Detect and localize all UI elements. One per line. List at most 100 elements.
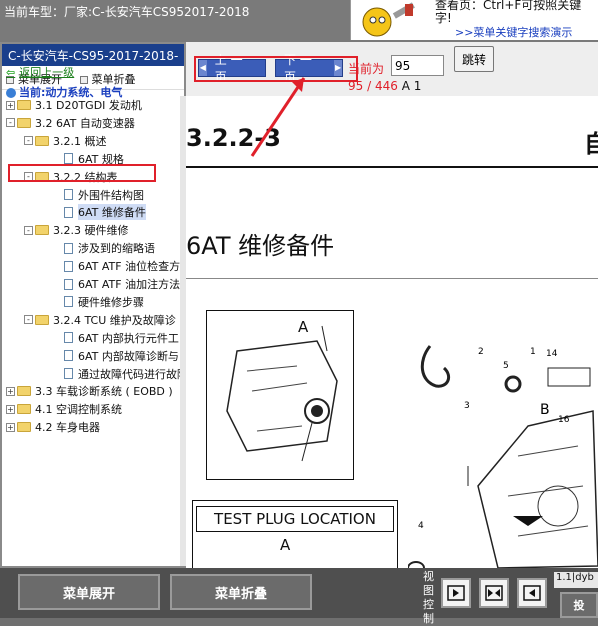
exploded-parts-diagram: 1 2 3 5 14 16 B 4 <box>408 345 598 568</box>
callout-2: 2 <box>478 347 484 357</box>
document-icon <box>64 332 73 344</box>
tree-node[interactable]: +4.1 空调控制系统 <box>6 400 122 418</box>
expand-node-icon[interactable]: + <box>6 422 15 432</box>
collapse-node-icon[interactable]: - <box>6 118 15 128</box>
vehicle-title: 当前车型：厂家:C-长安汽车CS952017-2018 <box>4 5 250 19</box>
back-link[interactable]: ⇦ 返回上一级 <box>6 64 74 80</box>
tree-node[interactable]: - 3.2.1 概述 <box>24 132 107 150</box>
page-number-input[interactable] <box>391 55 444 76</box>
tree-node[interactable]: 通过故障代码进行故障 <box>46 365 182 383</box>
tree-node-label[interactable]: 4.2 车身电器 <box>35 419 100 435</box>
tree-node[interactable]: 6AT 内部故障诊断与 <box>46 347 179 365</box>
tree-node-label[interactable]: 3.3 车载诊断系统 ( EOBD ) <box>35 383 173 399</box>
jump-button[interactable]: 跳转 <box>454 46 494 72</box>
highlight-box <box>8 164 156 182</box>
collapse-icon <box>79 76 88 84</box>
collapse-node-icon[interactable]: - <box>24 136 33 146</box>
nav-highlight-box <box>194 56 358 82</box>
folder-icon <box>17 117 31 128</box>
tree-node-label[interactable]: 硬件维修步骤 <box>78 294 144 310</box>
tree-node-label[interactable]: 通过故障代码进行故障 <box>78 366 182 382</box>
page-count: 95 / 446 A 1 <box>348 79 421 93</box>
tree-node[interactable]: 6AT ATF 油加注方法 <box>46 275 180 293</box>
callout-1: 1 <box>530 347 536 357</box>
tree-node-label[interactable]: 6AT ATF 油加注方法 <box>78 276 180 292</box>
tree-node-label[interactable]: 6AT 内部故障诊断与 <box>78 348 179 364</box>
tree-node-label[interactable]: 3.2.4 TCU 维护及故障诊 <box>53 312 176 328</box>
tree-node[interactable]: 涉及到的缩略语 <box>46 239 155 257</box>
green-arrow-left-icon: ⇦ <box>6 66 16 79</box>
status-button[interactable]: 投 <box>560 592 598 618</box>
tree-node-label[interactable]: 涉及到的缩略语 <box>78 240 155 256</box>
keyword-search-demo-link[interactable]: >>菜单关键字搜索演示 <box>455 24 572 40</box>
document-icon <box>64 368 73 379</box>
tree-node-label[interactable]: 6AT ATF 油位检查方 <box>78 258 180 274</box>
back-link-label[interactable]: 返回上一级 <box>19 66 74 79</box>
callout-5: 5 <box>503 361 509 371</box>
test-plug-label: TEST PLUG LOCATION <box>196 506 394 532</box>
figure-label-2: A <box>280 536 291 554</box>
tree-node[interactable]: - 3.2 6AT 自动变速器 <box>6 114 135 132</box>
folder-icon <box>35 135 49 146</box>
collapse-node-icon[interactable]: - <box>24 225 33 235</box>
view-left-button[interactable] <box>517 578 547 608</box>
tree-node[interactable]: 6AT ATF 油位检查方 <box>46 257 180 275</box>
document-icon <box>64 296 73 308</box>
callout-3: 3 <box>464 401 470 411</box>
menu-expand-button[interactable]: 菜单展开 <box>18 574 160 610</box>
callout-16: 16 <box>558 415 570 425</box>
mascot-icon <box>362 2 415 37</box>
tree-node-label[interactable]: 6AT 内部执行元件工 <box>78 330 179 346</box>
folder-icon <box>17 100 31 110</box>
document-icon <box>64 153 73 165</box>
tree-node-label[interactable]: 3.2.1 概述 <box>53 133 107 149</box>
status-text: 1.1|dyb <box>554 572 598 588</box>
tree-node[interactable]: +4.2 车身电器 <box>6 418 100 436</box>
promo-text-2: 字! <box>435 11 452 25</box>
folder-icon <box>35 314 49 325</box>
tree-node[interactable]: 外围件结构图 <box>46 186 144 204</box>
folder-icon <box>17 422 31 433</box>
collapse-node-icon[interactable]: - <box>24 315 33 325</box>
tree-node-label[interactable]: 6AT 维修备件 <box>78 204 146 221</box>
tree-node[interactable]: - 3.2.4 TCU 维护及故障诊 <box>24 311 176 329</box>
top-bar: 当前车型：厂家:C-长安汽车CS952017-2018 查看页：Ctrl+F可按… <box>0 0 598 42</box>
tree-node[interactable]: +3.3 车载诊断系统 ( EOBD ) <box>6 382 173 400</box>
document-view: 3.2.2-3 自 6AT 维修备件 A TEST PLUG LOCATION … <box>186 96 598 568</box>
search-tip-banner: 查看页：Ctrl+F可按照关键 字! >>菜单关键字搜索演示 <box>350 0 598 40</box>
doc-section-number: 3.2.2-3 <box>186 124 281 152</box>
doc-side-char: 自 <box>584 130 598 158</box>
document-icon <box>64 350 73 362</box>
document-icon <box>64 206 73 218</box>
tree-node[interactable]: 6AT 维修备件 <box>46 203 146 221</box>
callout-4: 4 <box>418 521 424 531</box>
tree-node-label[interactable]: 3.2 6AT 自动变速器 <box>35 115 135 131</box>
pane-right-icon <box>447 585 465 601</box>
menu-tree: +3.1 D20TGDI 发动机 -3.2 6AT 自动变速器 -3.2.1 概述 6… <box>0 96 182 456</box>
divider <box>186 278 598 279</box>
transmission-figure-a <box>206 310 354 480</box>
tree-node[interactable]: +3.1 D20TGDI 发动机 <box>6 96 142 114</box>
folder-icon <box>35 225 49 236</box>
folder-icon <box>17 404 31 415</box>
document-icon <box>64 242 73 254</box>
expand-node-icon[interactable]: + <box>6 404 15 414</box>
menu-collapse-button[interactable]: 菜单折叠 <box>170 574 312 610</box>
pane-left-icon <box>523 585 541 601</box>
view-right-button[interactable] <box>441 578 471 608</box>
tree-node-label[interactable]: 外围件结构图 <box>78 187 144 203</box>
expand-node-icon[interactable]: + <box>6 386 15 396</box>
tree-node-label[interactable]: 4.1 空调控制系统 <box>35 401 122 417</box>
page-section: A 1 <box>401 79 422 93</box>
expand-node-icon[interactable]: + <box>6 100 15 110</box>
view-split-button[interactable] <box>479 578 509 608</box>
figure-label: A <box>298 318 309 336</box>
bottom-bar: 菜单展开 菜单折叠 视图控制 1.1|dyb 投 <box>0 568 598 625</box>
folder-icon <box>17 386 31 397</box>
tree-node[interactable]: 6AT 内部执行元件工 <box>46 329 179 347</box>
tree-node-label[interactable]: 3.1 D20TGDI 发动机 <box>35 97 142 113</box>
tree-node[interactable]: - 3.2.3 硬件维修 <box>24 221 129 239</box>
tree-node[interactable]: 硬件维修步骤 <box>46 293 144 311</box>
document-icon <box>64 278 73 290</box>
tree-node-label[interactable]: 3.2.3 硬件维修 <box>53 222 129 238</box>
